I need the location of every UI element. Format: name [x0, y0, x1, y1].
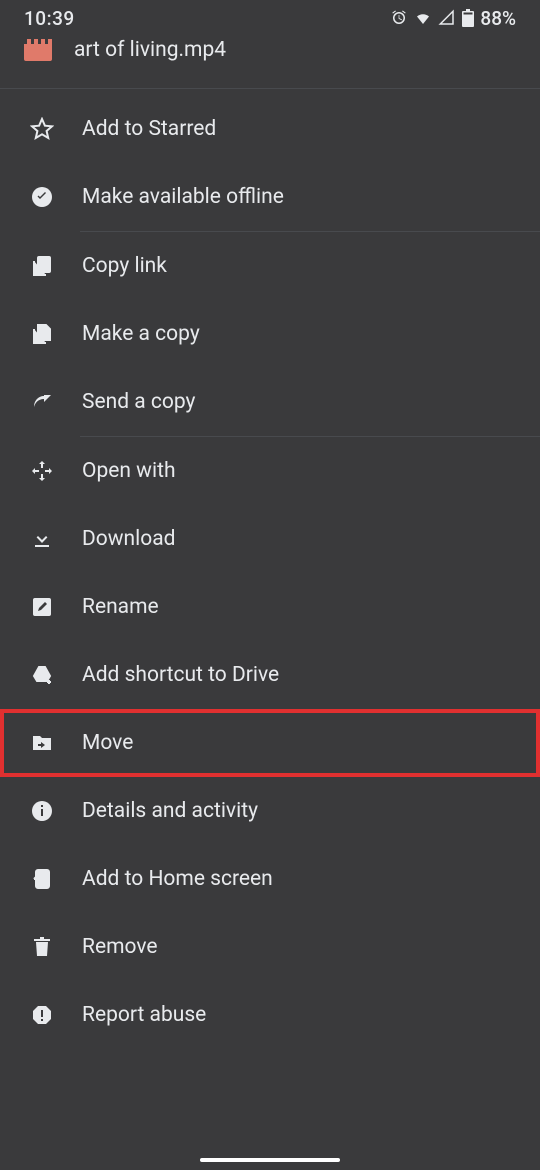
- send-copy-item[interactable]: Send a copy: [0, 368, 540, 436]
- info-icon: [28, 797, 56, 825]
- file-header: art of living.mp4: [0, 32, 540, 80]
- status-right: 88%: [390, 7, 516, 30]
- move-item[interactable]: Move: [0, 709, 540, 777]
- nav-bar-indicator: [200, 1158, 340, 1162]
- download-item[interactable]: Download: [0, 505, 540, 573]
- rename-item[interactable]: Rename: [0, 573, 540, 641]
- menu-label: Report abuse: [82, 1003, 206, 1027]
- menu-label: Make a copy: [82, 322, 200, 346]
- share-icon: [28, 388, 56, 416]
- copy-icon: [28, 252, 56, 280]
- menu-label: Make available offline: [82, 185, 284, 209]
- divider: [80, 231, 540, 232]
- filename-label: art of living.mp4: [74, 38, 226, 62]
- menu-label: Add shortcut to Drive: [82, 663, 279, 687]
- file-copy-icon: [28, 320, 56, 348]
- add-home-icon: [28, 865, 56, 893]
- details-item[interactable]: Details and activity: [0, 777, 540, 845]
- menu-label: Add to Home screen: [82, 867, 273, 891]
- menu-label: Rename: [82, 595, 159, 619]
- offline-icon: [28, 183, 56, 211]
- context-menu: Add to Starred Make available offline Co…: [0, 89, 540, 1049]
- battery-icon: [462, 9, 474, 27]
- add-home-item[interactable]: Add to Home screen: [0, 845, 540, 913]
- add-to-starred-item[interactable]: Add to Starred: [0, 95, 540, 163]
- alarm-icon: [390, 9, 408, 27]
- divider: [0, 88, 540, 89]
- signal-icon: [438, 9, 456, 27]
- menu-label: Details and activity: [82, 799, 258, 823]
- menu-label: Move: [82, 731, 133, 755]
- rename-icon: [28, 593, 56, 621]
- menu-label: Open with: [82, 459, 176, 483]
- drive-shortcut-icon: [28, 661, 56, 689]
- status-time: 10:39: [24, 7, 75, 30]
- copy-link-item[interactable]: Copy link: [0, 232, 540, 300]
- menu-label: Remove: [82, 935, 158, 959]
- make-offline-item[interactable]: Make available offline: [0, 163, 540, 231]
- wifi-icon: [414, 9, 432, 27]
- menu-label: Download: [82, 527, 176, 551]
- star-outline-icon: [28, 115, 56, 143]
- remove-item[interactable]: Remove: [0, 913, 540, 981]
- open-with-icon: [28, 457, 56, 485]
- menu-label: Copy link: [82, 254, 167, 278]
- report-abuse-item[interactable]: Report abuse: [0, 981, 540, 1049]
- menu-label: Send a copy: [82, 390, 195, 414]
- battery-percent: 88%: [480, 7, 516, 30]
- divider: [80, 436, 540, 437]
- status-bar: 10:39 88%: [0, 0, 540, 32]
- make-copy-item[interactable]: Make a copy: [0, 300, 540, 368]
- add-shortcut-item[interactable]: Add shortcut to Drive: [0, 641, 540, 709]
- open-with-item[interactable]: Open with: [0, 437, 540, 505]
- trash-icon: [28, 933, 56, 961]
- video-file-icon: [24, 39, 52, 61]
- download-icon: [28, 525, 56, 553]
- report-icon: [28, 1001, 56, 1029]
- move-folder-icon: [28, 729, 56, 757]
- menu-label: Add to Starred: [82, 117, 216, 141]
